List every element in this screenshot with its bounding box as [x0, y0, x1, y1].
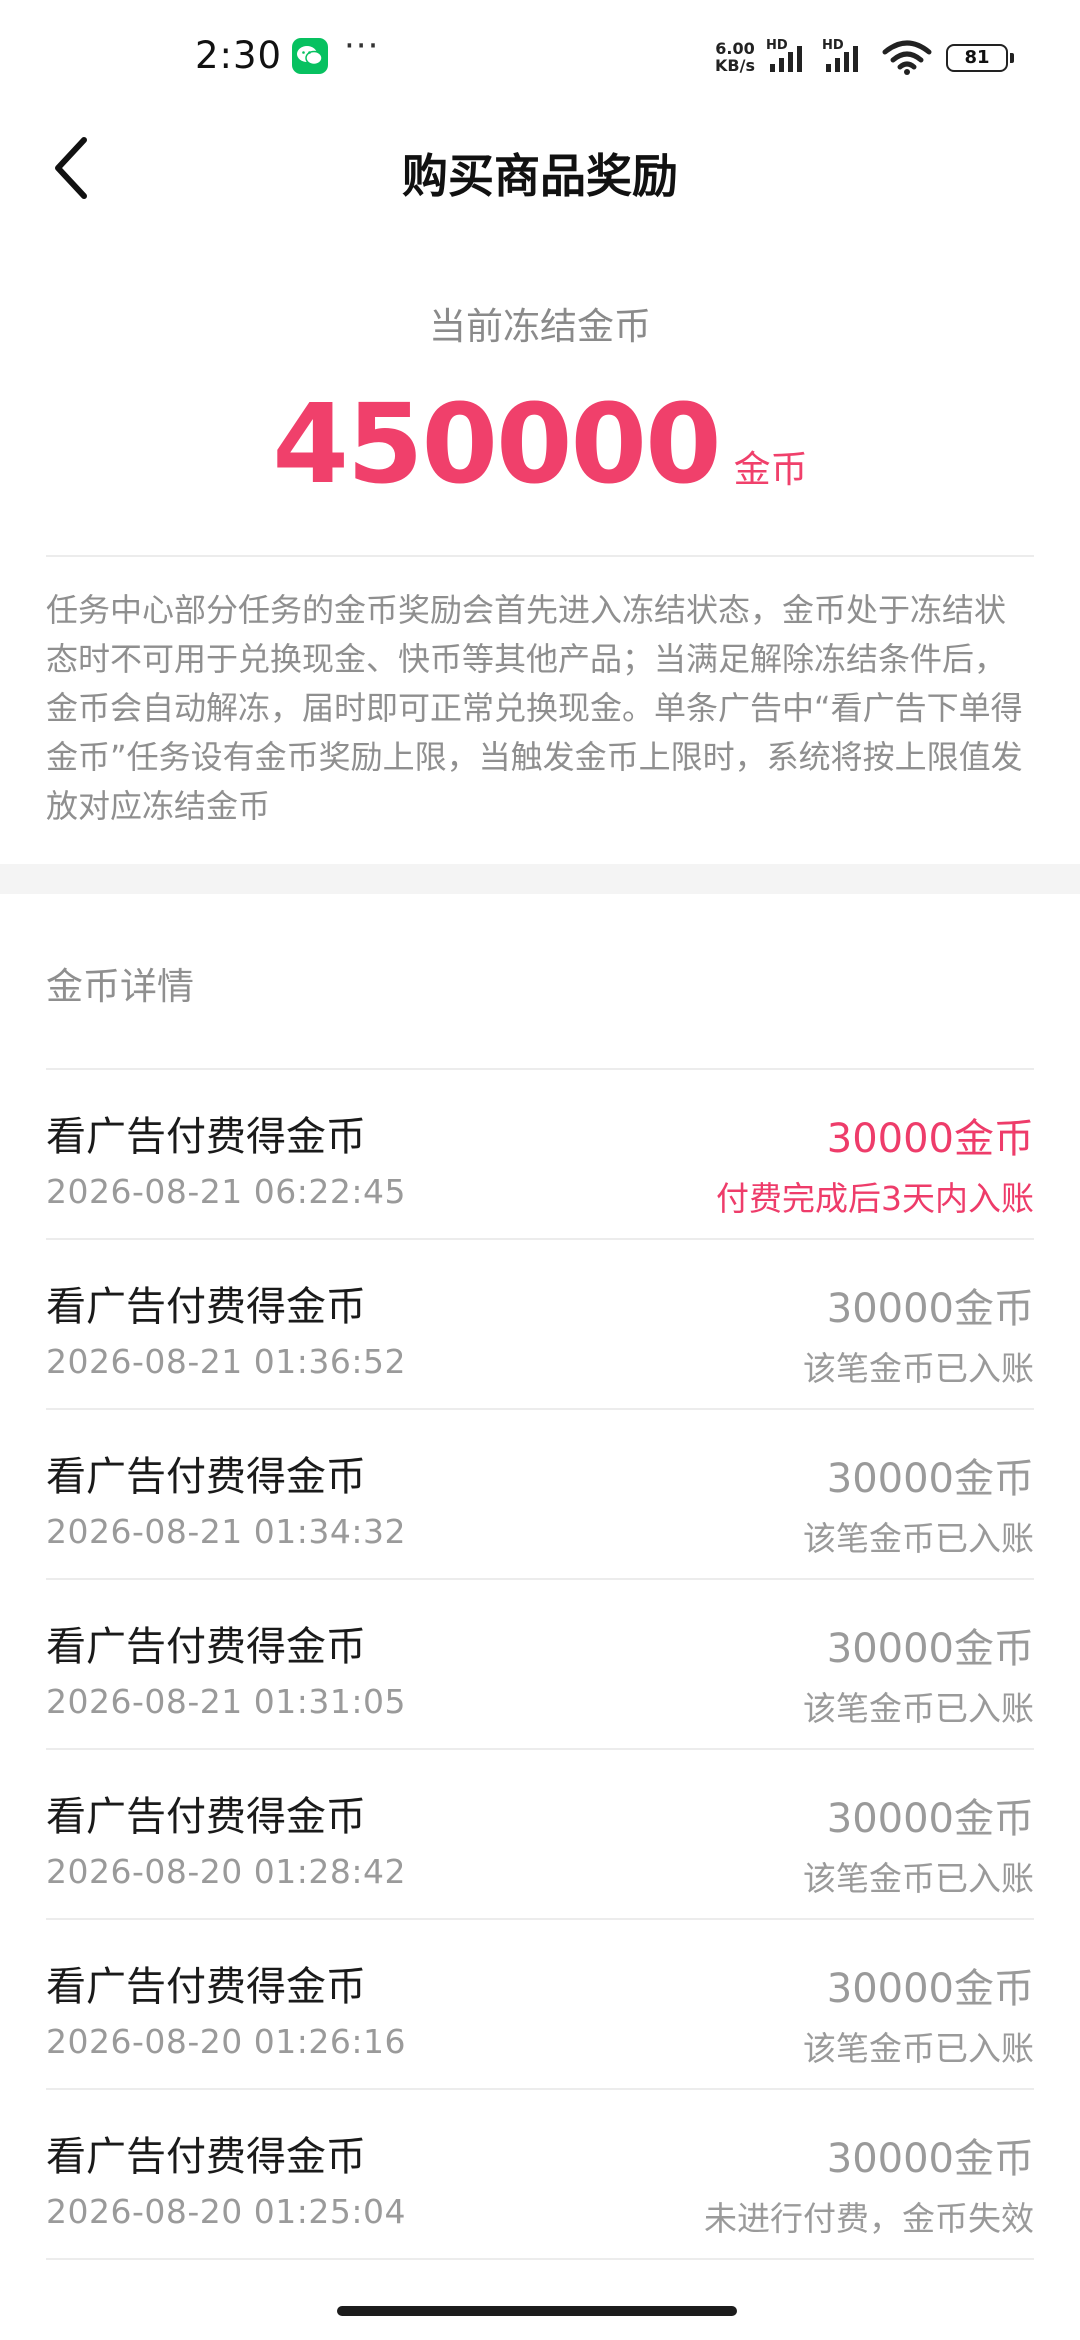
row-time: 2026-08-20 01:26:16: [46, 2022, 406, 2061]
header: 购买商品奖励: [0, 118, 1080, 218]
coin-detail-row[interactable]: 看广告付费得金币 2026-08-20 01:28:42 30000金币 该笔金…: [46, 1750, 1034, 1920]
page-title: 购买商品奖励: [402, 149, 678, 203]
network-speed-unit: KB/s: [715, 56, 755, 75]
row-title: 看广告付费得金币: [46, 1794, 366, 1840]
row-time: 2026-08-21 01:34:32: [46, 1512, 406, 1551]
frozen-coins-value: 450000: [272, 380, 721, 508]
row-time: 2026-08-21 06:22:45: [46, 1172, 406, 1211]
row-status: 该笔金币已入账: [803, 1349, 1034, 1388]
details-title: 金币详情: [46, 965, 194, 1008]
row-amount: 30000金币: [826, 1796, 1034, 1842]
coin-detail-row[interactable]: 看广告付费得金币 2026-08-20 01:25:04 30000金币 未进行…: [46, 2090, 1034, 2260]
row-status: 未进行付费，金币失效: [704, 2199, 1034, 2238]
row-amount: 30000金币: [826, 1966, 1034, 2012]
row-amount: 30000金币: [826, 2136, 1034, 2182]
row-title: 看广告付费得金币: [46, 1624, 366, 1670]
frozen-coins-amount: 450000 金币: [0, 380, 1080, 508]
row-title: 看广告付费得金币: [46, 1964, 366, 2010]
wifi-icon: [882, 40, 932, 80]
coin-detail-row[interactable]: 看广告付费得金币 2026-08-20 01:26:16 30000金币 该笔金…: [46, 1920, 1034, 2090]
coin-detail-row[interactable]: 看广告付费得金币 2026-08-21 06:22:45 30000金币 付费完…: [46, 1070, 1034, 1240]
row-time: 2026-08-20 01:25:04: [46, 2192, 406, 2231]
coin-detail-row[interactable]: 看广告付费得金币 2026-08-21 01:34:32 30000金币 该笔金…: [46, 1410, 1034, 1580]
row-title: 看广告付费得金币: [46, 1284, 366, 1330]
row-time: 2026-08-21 01:36:52: [46, 1342, 406, 1381]
status-time: 2:30: [195, 34, 283, 77]
signal-icon: HD: [822, 38, 872, 78]
coin-detail-row[interactable]: 看广告付费得金币 2026-08-21 01:31:05 30000金币 该笔金…: [46, 1580, 1034, 1750]
row-time: 2026-08-20 01:28:42: [46, 1852, 406, 1891]
frozen-coins-unit: 金币: [733, 448, 808, 491]
coin-detail-row[interactable]: 看广告付费得金币 2026-08-21 01:36:52 30000金币 该笔金…: [46, 1240, 1034, 1410]
frozen-coins-description: 任务中心部分任务的金币奖励会首先进入冻结状态，金币处于冻结状态时不可用于兑换现金…: [46, 591, 1023, 825]
row-status: 该笔金币已入账: [803, 2029, 1034, 2068]
row-amount: 30000金币: [826, 1286, 1034, 1332]
row-status: 该笔金币已入账: [803, 1519, 1034, 1558]
row-title: 看广告付费得金币: [46, 2134, 366, 2180]
frozen-coins-label: 当前冻结金币: [429, 305, 651, 348]
row-amount: 30000金币: [826, 1456, 1034, 1502]
row-title: 看广告付费得金币: [46, 1114, 366, 1160]
row-amount: 30000金币: [826, 1116, 1034, 1162]
row-status: 付费完成后3天内入账: [716, 1179, 1034, 1218]
row-time: 2026-08-21 01:31:05: [46, 1682, 406, 1721]
home-indicator[interactable]: [337, 2306, 737, 2316]
divider: [46, 555, 1034, 557]
row-status: 该笔金币已入账: [803, 1859, 1034, 1898]
signal-icon: HD: [766, 38, 816, 78]
section-separator: [0, 864, 1080, 894]
row-title: 看广告付费得金币: [46, 1454, 366, 1500]
battery-icon: 81: [946, 44, 1014, 72]
more-notifications-icon: ···: [344, 26, 380, 66]
network-speed: 6.00 KB/s: [710, 40, 760, 74]
wechat-icon: [292, 38, 328, 74]
status-bar: 2:30 ··· 6.00 KB/s HD HD 81: [0, 0, 1080, 118]
row-amount: 30000金币: [826, 1626, 1034, 1672]
coin-detail-list: 看广告付费得金币 2026-08-21 06:22:45 30000金币 付费完…: [46, 1068, 1034, 2260]
network-speed-value: 6.00: [715, 39, 755, 58]
row-status: 该笔金币已入账: [803, 1689, 1034, 1728]
